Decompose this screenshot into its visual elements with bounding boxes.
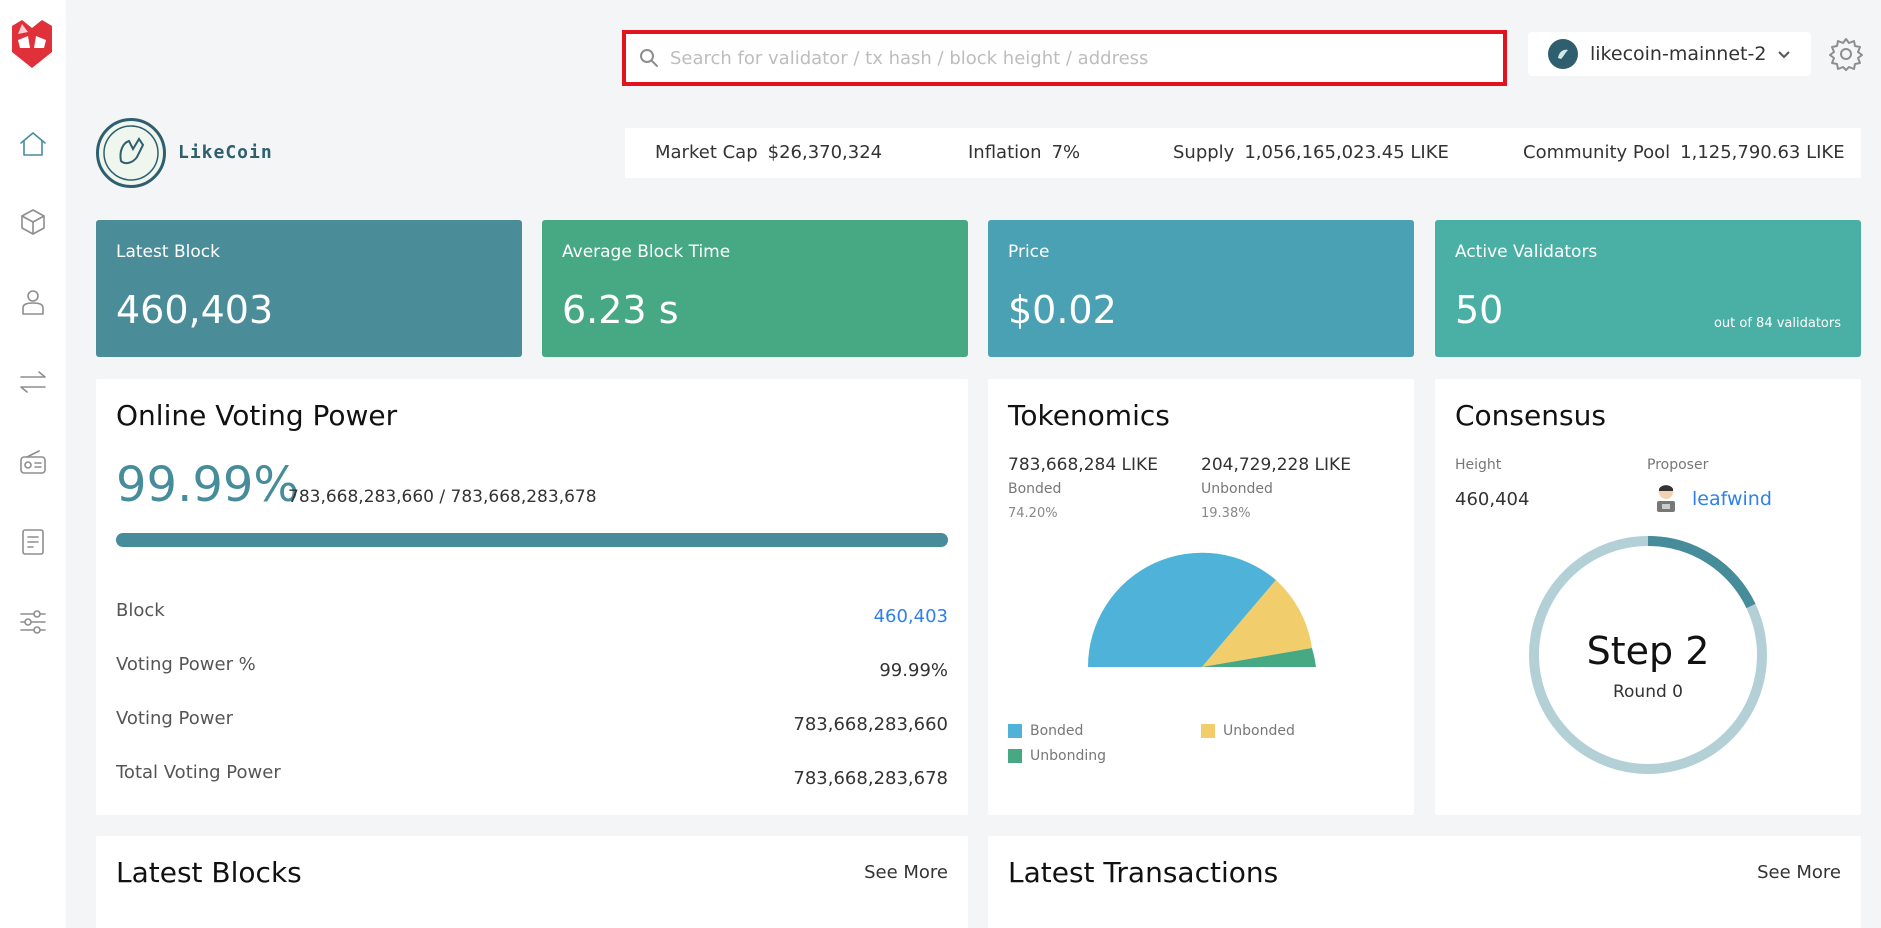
search-icon [640,49,658,67]
likecoin-logo [96,118,166,188]
nav-validators-icon[interactable] [13,282,53,322]
search-input[interactable] [670,34,1503,82]
legend-unbonded[interactable]: Unbonded [1201,723,1295,739]
unbonded-label: Unbonded [1201,481,1273,497]
block-link[interactable]: 460,403 [874,606,948,627]
market-cap-stat: Market Cap $26,370,324 [655,142,882,163]
unbonding-swatch [1008,749,1022,763]
average-block-time-card: Average Block Time 6.23 s [542,220,968,357]
nav-blocks-icon[interactable] [13,202,53,242]
card-title: Active Validators [1455,242,1598,262]
card-subtitle: out of 84 validators [1713,316,1841,331]
nav-home-icon[interactable] [13,124,53,164]
supply-value: 1,056,165,023.45 LIKE [1244,142,1449,163]
voting-percent: 99.99% [116,457,300,513]
community-pool-value: 1,125,790.63 LIKE [1680,142,1845,163]
row-value: 783,668,283,678 [793,768,948,789]
bonded-label: Bonded [1008,481,1062,497]
nav-transactions-icon[interactable] [13,362,53,402]
legend-label: Unbonding [1030,748,1106,764]
consensus-panel: Consensus Height 460,404 Proposer leafwi… [1435,379,1861,815]
card-title: Latest Block [116,242,220,262]
sidebar [0,0,66,928]
row-label: Voting Power [116,708,233,729]
supply-label: Supply [1173,142,1235,163]
inflation-label: Inflation [968,142,1042,163]
voting-power-row: Voting Power 783,668,283,660 [116,708,948,738]
inflation-stat: Inflation 7% [968,142,1080,163]
unbonded-swatch [1201,724,1215,738]
card-value: 460,403 [116,288,274,332]
chevron-down-icon [1778,51,1791,59]
total-voting-power-row: Total Voting Power 783,668,283,678 [116,762,948,792]
network-label: likecoin-mainnet-2 [1590,43,1767,65]
settings-gear-icon[interactable] [1828,36,1864,72]
legend-bonded[interactable]: Bonded [1008,723,1083,739]
inflation-value: 7% [1051,142,1081,163]
panel-title: Online Voting Power [116,399,398,432]
card-value: 6.23 s [562,288,679,332]
bonded-percent: 74.20% [1008,506,1058,521]
voting-progress-fill [116,533,948,547]
latest-block-card[interactable]: Latest Block 460,403 [96,220,522,357]
voting-progress-track [116,533,948,547]
latest-transactions-panel: Latest Transactions See More [988,836,1861,928]
height-label: Height [1455,457,1502,473]
consensus-step: Step 2 [1586,629,1710,673]
voting-fraction: 783,668,283,660 / 783,668,283,678 [288,487,597,507]
tokenomics-panel: Tokenomics 783,668,284 LIKE Bonded 74.20… [988,379,1414,815]
row-label: Total Voting Power [116,762,281,783]
search-box[interactable] [622,30,1507,86]
panel-title: Tokenomics [1008,399,1170,432]
see-more-transactions-link[interactable]: See More [1757,862,1841,883]
voting-power-percent-row: Voting Power % 99.99% [116,654,948,684]
block-row: Block 460,403 [116,600,948,630]
see-more-blocks-link[interactable]: See More [864,862,948,883]
brand-name: LikeCoin [178,142,273,163]
nav-proposals-icon[interactable] [13,442,53,482]
market-cap-value: $26,370,324 [767,142,883,163]
supply-stat: Supply 1,056,165,023.45 LIKE [1173,142,1449,163]
card-title: Price [1008,242,1050,262]
price-card: Price $0.02 [988,220,1414,357]
network-logo-icon [1548,39,1578,69]
legend-label: Bonded [1030,723,1084,739]
online-voting-power-panel: Online Voting Power 99.99% 783,668,283,6… [96,379,968,815]
legend-label: Unbonded [1223,723,1295,739]
proposer-avatar [1657,485,1675,512]
proposer-link[interactable]: leafwind [1692,488,1772,510]
active-validators-card[interactable]: Active Validators 50 out of 84 validator… [1435,220,1861,357]
row-value: 783,668,283,660 [793,714,948,735]
nav-params-icon[interactable] [13,602,53,642]
consensus-round: Round 0 [1612,682,1683,702]
row-value: 99.99% [879,660,948,681]
community-pool-label: Community Pool [1523,142,1671,163]
row-label: Block [116,600,165,621]
card-value: 50 [1455,288,1504,332]
height-value: 460,404 [1455,489,1530,510]
bonded-amount: 783,668,284 LIKE [1008,455,1158,475]
market-cap-label: Market Cap [655,142,758,163]
tokenomics-pie-chart[interactable] [1086,547,1318,671]
proposer-label: Proposer [1647,457,1709,473]
app-logo[interactable] [8,18,56,70]
nav-docs-icon[interactable] [13,522,53,562]
chain-stats-strip: Market Cap $26,370,324 Inflation 7% Supply… [625,128,1861,178]
network-selector[interactable]: likecoin-mainnet-2 [1528,32,1811,76]
unbonded-percent: 19.38% [1201,506,1251,521]
card-title: Average Block Time [562,242,731,262]
community-pool-stat: Community Pool 1,125,790.63 LIKE [1523,142,1845,163]
legend-unbonding[interactable]: Unbonding [1008,748,1106,764]
panel-title: Latest Transactions [1008,856,1279,889]
row-label: Voting Power % [116,654,256,675]
unbonded-amount: 204,729,228 LIKE [1201,455,1351,475]
bonded-swatch [1008,724,1022,738]
latest-blocks-panel: Latest Blocks See More [96,836,968,928]
card-value: $0.02 [1008,288,1117,332]
panel-title: Latest Blocks [116,856,302,889]
panel-title: Consensus [1455,399,1606,432]
